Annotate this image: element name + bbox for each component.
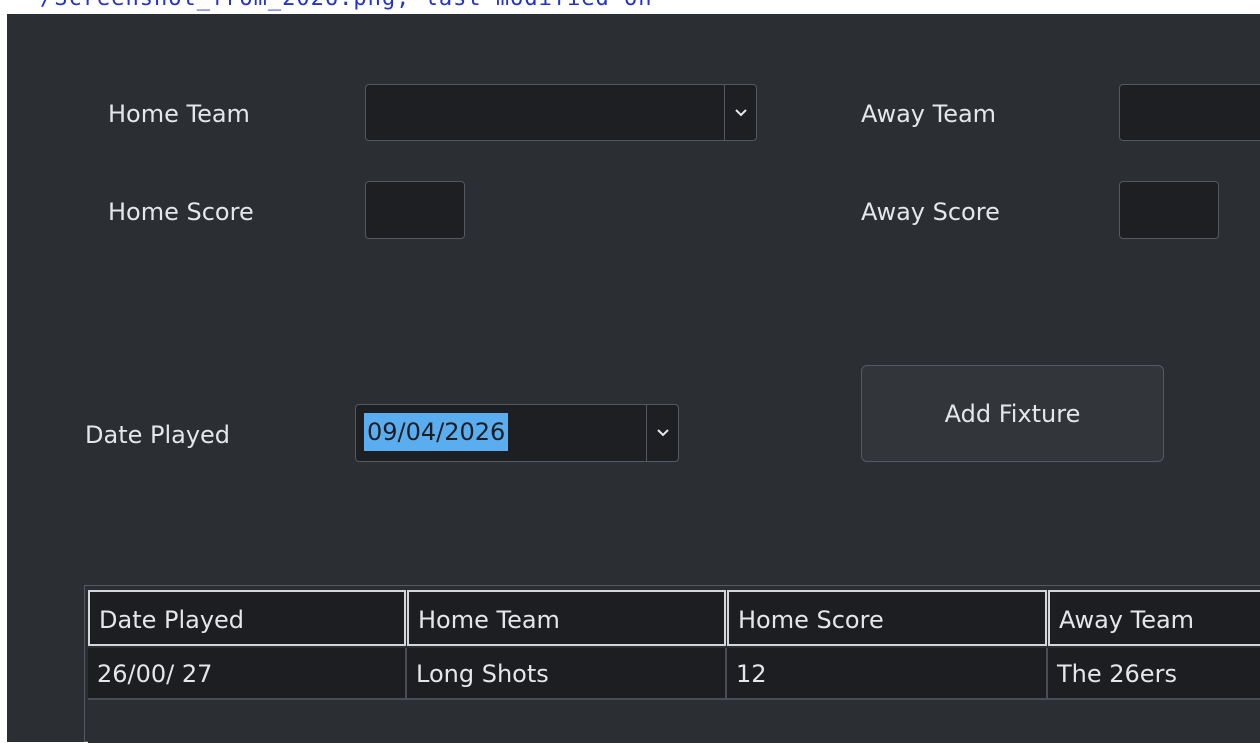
away-team-label: Away Team — [861, 100, 997, 128]
fixtures-table: Date Played Home Team Home Score Away Te… — [84, 585, 1260, 743]
column-header-home-team[interactable]: Home Team — [407, 590, 726, 646]
away-score-label: Away Score — [861, 198, 1000, 226]
table-cell-home-team[interactable]: Long Shots — [407, 648, 727, 700]
fixture-window: Home Team Away Team Home Score Away Scor… — [7, 14, 1260, 743]
table-empty-area — [88, 702, 1260, 743]
home-score-label: Home Score — [108, 198, 254, 226]
chevron-down-icon — [656, 429, 669, 437]
column-header-away-team[interactable]: Away Team — [1048, 590, 1260, 646]
column-header-home-score[interactable]: Home Score — [727, 590, 1047, 646]
background-window-strip: /Screenshot_from_2026.png, last modified… — [0, 0, 1260, 14]
table-cell-home-score[interactable]: 12 — [727, 648, 1048, 700]
away-score-input[interactable] — [1119, 181, 1219, 239]
chevron-down-icon — [734, 108, 747, 116]
date-played-label: Date Played — [85, 421, 231, 449]
home-team-label: Home Team — [108, 100, 250, 128]
table-cell-date-played[interactable]: 26/00/ 27 — [88, 648, 407, 700]
home-team-select[interactable] — [365, 84, 757, 141]
background-path-text: /Screenshot_from_2026.png, last modified… — [40, 0, 653, 11]
home-score-input[interactable] — [365, 181, 465, 239]
table-cell-away-team[interactable]: The 26ers — [1048, 648, 1260, 700]
date-played-picker[interactable]: 09/04/2026 — [355, 404, 679, 462]
column-header-date-played[interactable]: Date Played — [88, 590, 406, 646]
date-dropdown-button[interactable] — [646, 405, 678, 461]
add-fixture-button[interactable]: Add Fixture — [861, 365, 1164, 462]
home-team-dropdown-button[interactable] — [724, 85, 756, 140]
date-played-value[interactable]: 09/04/2026 — [364, 413, 509, 451]
away-team-select[interactable] — [1119, 84, 1260, 141]
